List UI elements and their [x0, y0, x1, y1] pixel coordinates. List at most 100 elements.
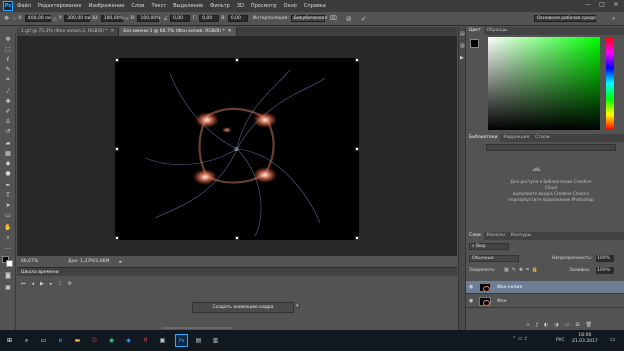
transform-center-icon[interactable]: ⊕ — [234, 146, 239, 153]
menu-layers[interactable]: Слои — [131, 3, 144, 9]
layer-row[interactable]: ◉ Фон копия — [466, 281, 624, 294]
hskew-field[interactable]: 0,00 — [199, 15, 220, 22]
link-icon[interactable]: ∞ — [526, 322, 530, 328]
menu-filter[interactable]: Фильтр — [210, 3, 230, 9]
app-icon[interactable]: ▥ — [209, 334, 222, 347]
layer-name[interactable]: Фон — [497, 299, 507, 304]
first-frame-icon[interactable]: ⏮ — [21, 281, 26, 287]
chrome-icon[interactable]: ◉ — [105, 334, 118, 347]
menu-help[interactable]: Справка — [304, 3, 326, 9]
gradient-tool-icon[interactable]: ▦ — [3, 150, 13, 157]
doc-tab-1[interactable]: 1.gif @ 75,3% (Фон копия 2, RGB/8) * ✕ — [17, 27, 120, 36]
doc-tab-2[interactable]: Без имени-1 @ 66,7% (Фон копия, RGB/8) *… — [119, 27, 237, 36]
dodge-tool-icon[interactable]: ● — [3, 170, 13, 177]
notification-icon[interactable]: ▭ — [610, 336, 616, 343]
app-icon[interactable]: ▣ — [156, 334, 169, 347]
tab-adjustments[interactable]: Коррекция — [500, 134, 532, 142]
actions-icon[interactable]: ▶ — [460, 55, 464, 61]
pen-tool-icon[interactable]: ✒ — [3, 182, 13, 189]
language-indicator[interactable]: РУС — [556, 338, 565, 343]
app-icon[interactable]: ▤ — [192, 334, 205, 347]
delta-icon[interactable]: △ — [53, 16, 57, 22]
interpolation-select[interactable]: Бикубическая — [290, 15, 327, 22]
audio-icon[interactable]: ♪ — [58, 281, 61, 287]
app-icon[interactable]: ◈ — [122, 334, 135, 347]
quick-mask-icon[interactable]: ◙ — [3, 272, 13, 279]
transform-handle[interactable] — [355, 147, 359, 151]
menu-window[interactable]: Окно — [284, 3, 297, 9]
history-icon[interactable]: ▤ — [460, 31, 465, 37]
create-frame-animation-button[interactable]: Создать анимацию кадра — [192, 302, 294, 313]
menu-select[interactable]: Выделение — [173, 3, 203, 9]
properties-icon[interactable]: ▥ — [460, 43, 465, 49]
height-field[interactable]: 100,00% — [137, 15, 161, 22]
eraser-tool-icon[interactable]: ▰ — [3, 140, 13, 147]
new-layer-icon[interactable]: ⊞ — [575, 322, 579, 328]
search-icon[interactable]: ⌕ — [612, 15, 615, 23]
transform-handle[interactable] — [115, 147, 119, 151]
close-icon[interactable]: ✕ — [111, 27, 115, 36]
tab-styles[interactable]: Стили — [532, 134, 553, 142]
fill-field[interactable]: 100% — [596, 267, 614, 274]
tab-paths[interactable]: Контуры — [508, 232, 535, 240]
more-tools-icon[interactable]: … — [3, 244, 13, 251]
tab-libraries[interactable]: Библиотеки — [466, 134, 501, 142]
lock-icons[interactable]: ▦✎✥⌗🔒 — [504, 267, 541, 273]
menu-image[interactable]: Изображение — [88, 3, 124, 9]
timeline-scrollbar[interactable] — [162, 327, 232, 329]
width-field[interactable]: 100,00% — [100, 15, 124, 22]
trash-icon[interactable]: 🗑 — [586, 322, 592, 328]
search-icon[interactable]: ⌕ — [20, 334, 33, 347]
folder-icon[interactable]: ▭ — [565, 322, 570, 328]
transform-handle[interactable] — [235, 58, 239, 62]
layer-row[interactable]: ◉ Фон — [466, 295, 624, 308]
screen-mode-icon[interactable]: ▣ — [3, 284, 13, 291]
opera-icon[interactable]: O — [88, 334, 101, 347]
yandex-icon[interactable]: Я — [139, 334, 152, 347]
background-color-swatch[interactable] — [6, 260, 13, 267]
eyedropper-tool-icon[interactable]: ⁄ — [3, 88, 13, 95]
photoshop-taskbar-icon[interactable]: Ps — [175, 334, 188, 347]
blur-tool-icon[interactable]: ◆ — [3, 160, 13, 167]
layer-name[interactable]: Фон копия — [497, 285, 522, 290]
x-field[interactable]: 400,00 пи — [24, 15, 51, 22]
clock[interactable]: 18:06 21.03.2017 — [572, 333, 598, 345]
layer-filter-select[interactable]: ⌕ Вид — [469, 243, 509, 250]
tab-swatches[interactable]: Образцы — [484, 27, 511, 35]
path-select-tool-icon[interactable]: ➤ — [3, 202, 13, 209]
vskew-field[interactable]: 0,00 — [227, 15, 248, 22]
eye-icon[interactable]: ◉ — [469, 284, 475, 290]
chevron-down-icon[interactable]: ▾ — [295, 303, 300, 309]
type-tool-icon[interactable]: T — [3, 192, 13, 199]
arrow-right-icon[interactable]: ▸ — [119, 259, 122, 265]
file-explorer-icon[interactable]: ▬ — [71, 334, 84, 347]
tab-layers[interactable]: Слои — [466, 232, 484, 240]
library-select[interactable] — [486, 144, 616, 151]
document-canvas[interactable]: ⊕ — [115, 58, 359, 240]
transform-handle[interactable] — [115, 236, 119, 240]
reference-point-icon[interactable]: ⁙ — [12, 16, 16, 22]
marquee-tool-icon[interactable]: ⬚ — [3, 46, 13, 53]
transform-handle[interactable] — [115, 58, 119, 62]
fx-icon[interactable]: ƒ — [536, 322, 538, 328]
opacity-field[interactable]: 100% — [596, 255, 614, 262]
hand-tool-icon[interactable]: ✋ — [3, 224, 13, 231]
lasso-tool-icon[interactable]: ℓ — [3, 56, 13, 63]
menu-edit[interactable]: Редактирование — [38, 3, 82, 9]
close-icon[interactable]: ✕ — [228, 27, 232, 36]
tray-icons[interactable]: ⌃ ▭ ♪ — [512, 336, 527, 342]
transform-handle[interactable] — [355, 236, 359, 240]
healing-tool-icon[interactable]: ✚ — [3, 98, 13, 105]
crop-tool-icon[interactable]: ⌗ — [3, 76, 13, 83]
next-frame-icon[interactable]: ▸ — [50, 281, 53, 287]
menu-type[interactable]: Текст — [151, 3, 166, 9]
move-tool-icon[interactable]: ✥ — [4, 15, 9, 22]
mask-icon[interactable]: ◐ — [544, 322, 548, 328]
adjustment-icon[interactable]: ◑ — [554, 322, 558, 328]
zoom-tool-icon[interactable]: ⌕ — [3, 234, 13, 241]
close-button[interactable]: ✕ — [612, 1, 620, 10]
brush-tool-icon[interactable]: ✐ — [3, 108, 13, 115]
blend-mode-select[interactable]: Обычные — [469, 255, 519, 262]
commit-transform-icon[interactable]: ✓ — [361, 15, 367, 23]
prev-frame-icon[interactable]: ◂ — [32, 281, 35, 287]
